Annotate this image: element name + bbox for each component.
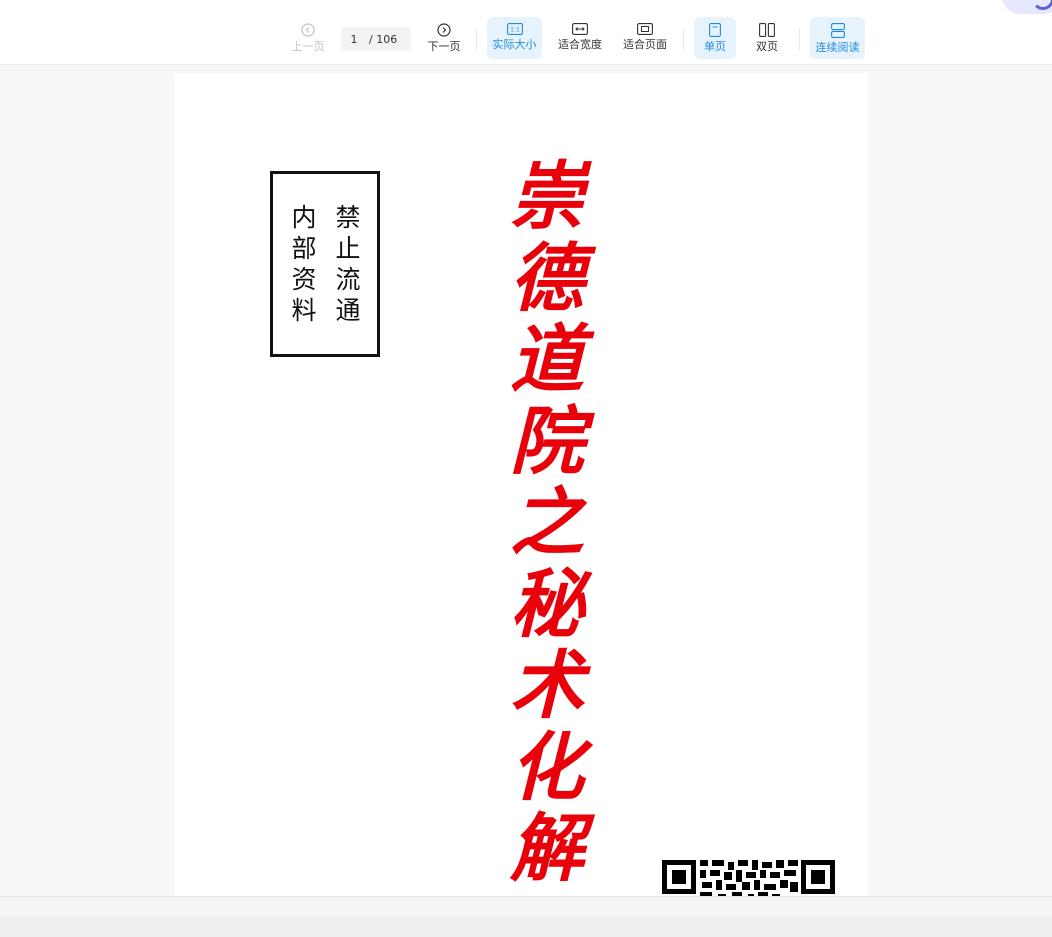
prev-page-button[interactable]: 上一页 xyxy=(287,17,329,59)
double-page-button[interactable]: 双页 xyxy=(746,17,788,59)
continuous-reading-button[interactable]: 连续阅读 xyxy=(810,17,865,59)
fit-page-button[interactable]: 适合页面 xyxy=(618,17,672,59)
stamp-text-left: 内部资料 xyxy=(291,203,317,325)
toolbar-divider xyxy=(476,28,477,50)
assistant-badge-icon[interactable] xyxy=(1002,0,1052,14)
single-page-icon xyxy=(709,23,721,37)
next-page-label: 下一页 xyxy=(427,40,461,53)
double-page-icon xyxy=(759,23,775,37)
restricted-stamp: 禁止流通 内部资料 xyxy=(270,171,380,357)
page-total: / 106 xyxy=(369,32,398,46)
continuous-scroll-icon xyxy=(830,23,845,38)
fit-page-label: 适合页面 xyxy=(623,38,667,51)
qr-code-icon xyxy=(662,860,835,896)
bottom-status-bar xyxy=(0,896,1052,937)
horizontal-scrollbar[interactable] xyxy=(0,897,1052,917)
fit-width-icon xyxy=(572,23,588,35)
page-number-input[interactable] xyxy=(341,32,367,46)
next-page-button[interactable]: 下一页 xyxy=(423,17,465,59)
prev-page-label: 上一页 xyxy=(291,40,325,53)
page-indicator: / 106 xyxy=(341,27,411,51)
toolbar: 上一页 / 106 下一页 1:1 实际大小 适合宽度 适合页面 单页 xyxy=(0,0,1052,65)
fit-page-icon xyxy=(637,23,653,35)
continuous-reading-label: 连续阅读 xyxy=(815,41,860,54)
fit-width-label: 适合宽度 xyxy=(558,38,602,51)
document-title: 崇德道院之秘术化解 xyxy=(510,154,584,892)
chevron-left-circle-icon xyxy=(301,23,315,37)
chevron-right-circle-icon xyxy=(437,23,451,37)
single-page-button[interactable]: 单页 xyxy=(694,17,736,59)
one-to-one-text: 1:1 xyxy=(510,27,520,34)
stamp-text-right: 禁止流通 xyxy=(335,203,361,325)
actual-size-button[interactable]: 1:1 实际大小 xyxy=(487,17,542,59)
actual-size-label: 实际大小 xyxy=(492,38,537,51)
fit-width-button[interactable]: 适合宽度 xyxy=(553,17,607,59)
toolbar-divider xyxy=(799,28,800,50)
single-page-label: 单页 xyxy=(704,40,726,53)
document-page: 禁止流通 内部资料 崇德道院之秘术化解 xyxy=(174,73,868,896)
one-to-one-icon: 1:1 xyxy=(506,23,523,35)
double-page-label: 双页 xyxy=(756,40,778,53)
toolbar-divider xyxy=(683,28,684,50)
